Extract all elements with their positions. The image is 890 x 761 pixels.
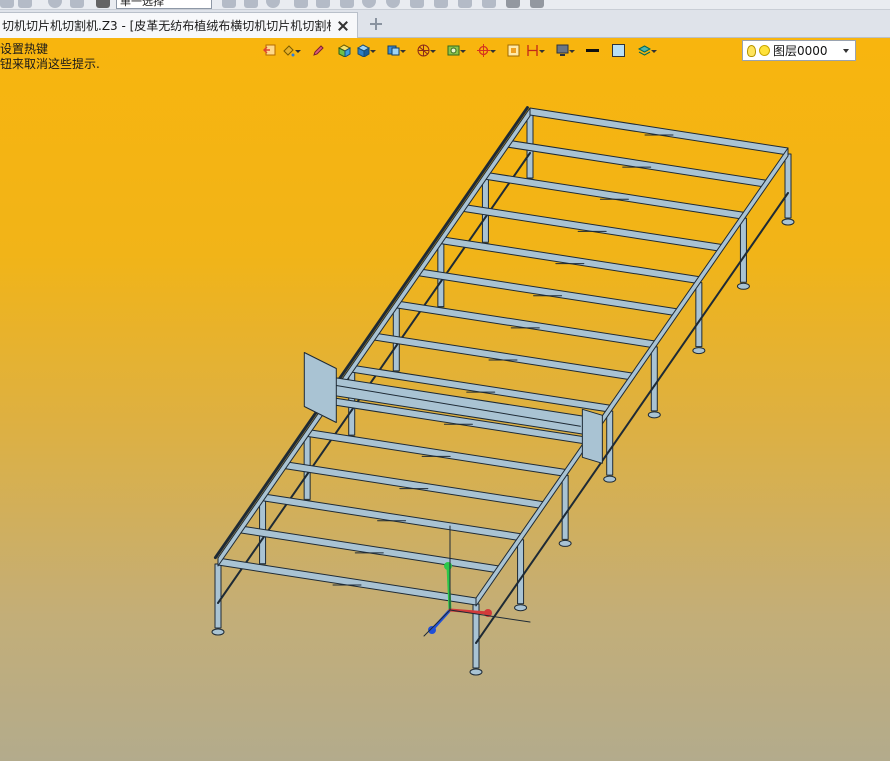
hint-line-2: 钮来取消这些提示. bbox=[0, 57, 100, 71]
cross-beam bbox=[373, 332, 633, 381]
leg-foot bbox=[647, 411, 661, 419]
layer-stack-icon[interactable] bbox=[637, 43, 657, 59]
cutting-machine-model bbox=[211, 106, 795, 676]
leg bbox=[784, 153, 792, 219]
leg bbox=[650, 346, 658, 412]
new-tab-icon[interactable] bbox=[368, 16, 384, 32]
line-color-icon[interactable] bbox=[585, 43, 601, 59]
document-tab-title: 切机切片机切割机.Z3 - [皮革无纺布植绒布横切机切片机切割机] bbox=[2, 19, 331, 33]
top-toolbar-strip: 单一选择 bbox=[0, 0, 890, 10]
gear-icon[interactable] bbox=[506, 0, 520, 8]
3d-viewport[interactable]: 设置热键 钮来取消这些提示. 图层0000 bbox=[0, 38, 890, 761]
axis-z-handle-tip[interactable] bbox=[444, 562, 452, 570]
pencil-icon[interactable] bbox=[311, 43, 327, 59]
leg bbox=[561, 474, 569, 540]
cross-beam bbox=[284, 461, 544, 510]
dimension-icon[interactable] bbox=[525, 43, 545, 59]
ring-icon[interactable] bbox=[386, 0, 400, 8]
paint-bucket-icon[interactable] bbox=[281, 43, 301, 59]
lightbulb-icon[interactable] bbox=[747, 44, 756, 57]
cross-beam bbox=[462, 203, 722, 252]
leg-foot bbox=[469, 668, 483, 676]
monitor-icon[interactable] bbox=[555, 43, 575, 59]
frame-box-icon[interactable] bbox=[506, 43, 522, 59]
leg-foot bbox=[514, 604, 528, 612]
select-mode-combo[interactable]: 单一选择 bbox=[116, 0, 212, 9]
gantry-carriage-left bbox=[303, 352, 337, 423]
leg-foot bbox=[211, 628, 225, 636]
cross-beam bbox=[440, 236, 700, 285]
line-icon[interactable] bbox=[316, 0, 330, 8]
view-cube-icon[interactable] bbox=[386, 43, 406, 59]
pick-icon[interactable] bbox=[222, 0, 236, 8]
document-tab-bar: 切机切片机切割机.Z3 - [皮革无纺布植绒布横切机切片机切割机] bbox=[0, 10, 890, 38]
hint-line-1: 设置热键 bbox=[0, 42, 49, 56]
settings-icon[interactable] bbox=[530, 0, 544, 8]
cross-beam bbox=[507, 139, 767, 188]
leg-foot bbox=[603, 475, 617, 483]
guide-rail bbox=[213, 106, 529, 560]
layer-color-dot-icon bbox=[759, 45, 770, 56]
cross-beam bbox=[217, 557, 477, 606]
cross-beam bbox=[262, 493, 522, 542]
leg bbox=[517, 539, 525, 605]
filter-icon[interactable] bbox=[244, 0, 258, 8]
layer-selector[interactable]: 图层0000 bbox=[742, 40, 856, 61]
leg bbox=[606, 410, 614, 476]
shaded-cube-icon[interactable] bbox=[356, 43, 376, 59]
leg bbox=[739, 217, 747, 283]
close-icon[interactable] bbox=[335, 18, 351, 34]
leg bbox=[695, 282, 703, 348]
cross-beam bbox=[529, 107, 789, 156]
leg-foot bbox=[692, 347, 706, 355]
axis-guide-x bbox=[423, 609, 451, 637]
curve-icon[interactable] bbox=[482, 0, 496, 8]
cross-beam bbox=[395, 300, 655, 349]
app-icon[interactable] bbox=[0, 0, 14, 8]
hint-text: 设置热键 钮来取消这些提示. bbox=[0, 42, 100, 72]
solid-box-icon[interactable] bbox=[337, 43, 353, 59]
undo-icon[interactable] bbox=[18, 0, 32, 8]
axis-x-handle-tip[interactable] bbox=[428, 626, 436, 634]
leg bbox=[214, 563, 222, 629]
target-icon[interactable] bbox=[362, 0, 376, 8]
edge-icon[interactable] bbox=[434, 0, 448, 8]
exit-sketch-icon[interactable] bbox=[262, 43, 278, 59]
cross-beam bbox=[239, 525, 499, 574]
leg-foot bbox=[736, 282, 750, 290]
select-filter-icon[interactable] bbox=[96, 0, 110, 8]
rotate-icon[interactable] bbox=[48, 0, 62, 8]
leg-foot bbox=[781, 218, 795, 226]
circle-icon[interactable] bbox=[266, 0, 280, 8]
arc-icon[interactable] bbox=[340, 0, 354, 8]
cross-beam bbox=[484, 171, 744, 220]
leg-foot bbox=[558, 539, 572, 547]
layer-name: 图层0000 bbox=[773, 44, 828, 58]
cross-beam bbox=[306, 428, 566, 477]
camera-icon[interactable] bbox=[446, 43, 466, 59]
chevron-down-icon[interactable] bbox=[843, 48, 849, 53]
document-tab[interactable]: 切机切片机切割机.Z3 - [皮革无纺布植绒布横切机切片机切割机] bbox=[0, 12, 358, 38]
fill-color-icon[interactable] bbox=[611, 43, 627, 59]
snap-target-icon[interactable] bbox=[476, 43, 496, 59]
render-mode-icon[interactable] bbox=[416, 43, 436, 59]
view-toolbar bbox=[262, 41, 657, 61]
vertex-icon[interactable] bbox=[410, 0, 424, 8]
frame-wireframe bbox=[211, 106, 795, 676]
cross-beam bbox=[418, 268, 678, 317]
point-icon[interactable] bbox=[294, 0, 308, 8]
gantry-carriage-right bbox=[581, 408, 603, 464]
face-icon[interactable] bbox=[458, 0, 472, 8]
arrow-icon[interactable] bbox=[70, 0, 84, 8]
